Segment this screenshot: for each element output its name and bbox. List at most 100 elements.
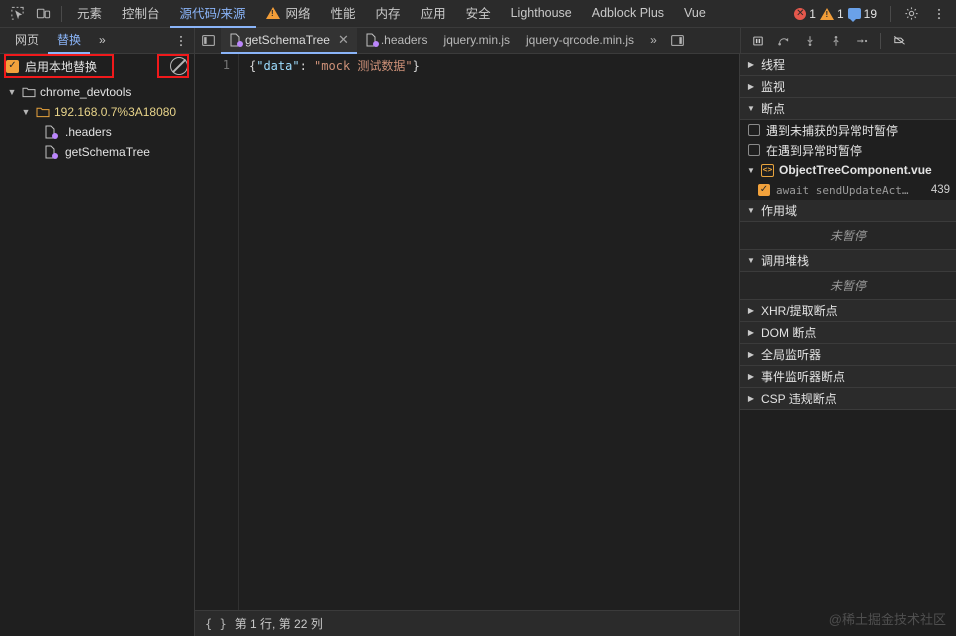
breakpoint-enabled-checkbox[interactable] xyxy=(758,184,770,196)
section-watch[interactable]: ▶ 监视 xyxy=(740,76,956,98)
navigator-menu-icon[interactable] xyxy=(168,29,194,53)
tab-lighthouse[interactable]: Lighthouse xyxy=(501,0,582,28)
breakpoint-line-number: 439 xyxy=(930,184,950,196)
step-into-button[interactable] xyxy=(797,29,823,53)
tab-security[interactable]: 安全 xyxy=(456,0,501,28)
warning-counter[interactable]: 1 xyxy=(819,6,844,21)
breakpoint-file-row[interactable]: ▼ <> ObjectTreeComponent.vue xyxy=(740,160,956,180)
section-csp-violation-breakpoints[interactable]: ▶ CSP 违规断点 xyxy=(740,388,956,410)
navigator-more-tabs-button[interactable]: » xyxy=(90,28,115,54)
tree-node-chrome-devtools[interactable]: ▼ chrome_devtools xyxy=(0,82,194,102)
step-out-button[interactable] xyxy=(823,29,849,53)
file-tabs-more-button[interactable]: » xyxy=(642,28,665,54)
info-counter[interactable]: 19 xyxy=(847,7,877,22)
code-value: "mock 测试数据" xyxy=(314,59,413,73)
devtools-panel-bar: 元素 控制台 源代码/来源 网络 性能 内存 应用 安全 Lighthouse … xyxy=(0,0,956,28)
device-toolbar-icon[interactable] xyxy=(30,2,56,26)
tab-sources[interactable]: 源代码/来源 xyxy=(169,0,256,28)
section-event-listener-breakpoints[interactable]: ▶ 事件监听器断点 xyxy=(740,366,956,388)
section-label: XHR/提取断点 xyxy=(761,304,838,318)
close-icon[interactable]: ✕ xyxy=(338,32,349,48)
section-xhr-breakpoints[interactable]: ▶ XHR/提取断点 xyxy=(740,300,956,322)
code-colon: : xyxy=(299,59,315,73)
section-scope[interactable]: ▼ 作用域 xyxy=(740,200,956,222)
section-dom-breakpoints[interactable]: ▶ DOM 断点 xyxy=(740,322,956,344)
subtab-page[interactable]: 网页 xyxy=(6,28,48,54)
code-content[interactable]: {"data": "mock 测试数据"} xyxy=(239,54,739,610)
file-tab-jquery-min-js[interactable]: jquery.min.js xyxy=(436,28,518,54)
section-global-listeners[interactable]: ▶ 全局监听器 xyxy=(740,344,956,366)
deactivate-breakpoints-button[interactable] xyxy=(886,29,912,53)
file-icon xyxy=(365,33,379,47)
code-close-brace: } xyxy=(412,59,420,73)
chevron-down-icon: ▼ xyxy=(747,206,755,215)
section-threads[interactable]: ▶ 线程 xyxy=(740,54,956,76)
tab-adblock-plus[interactable]: Adblock Plus xyxy=(582,0,674,28)
chevron-down-icon[interactable]: ▼ xyxy=(6,87,18,97)
overrides-navigator: 启用本地替换 ▼ chrome_devtools ▼ xyxy=(0,54,195,636)
file-tab-getschematree[interactable]: getSchemaTree ✕ xyxy=(221,27,357,54)
pause-on-exceptions-row[interactable]: 在遇到异常时暂停 xyxy=(740,140,956,160)
show-navigator-icon[interactable] xyxy=(195,29,221,53)
gear-icon[interactable] xyxy=(898,2,924,26)
file-tab-jquery-qrcode-min-js[interactable]: jquery-qrcode.min.js xyxy=(518,28,642,54)
tab-application[interactable]: 应用 xyxy=(411,0,456,28)
tree-node-host[interactable]: ▼ 192.168.0.7%3A18080 xyxy=(0,102,194,122)
scope-empty-message: 未暂停 xyxy=(740,222,956,250)
subtab-overrides[interactable]: 替换 xyxy=(48,28,91,54)
tab-performance[interactable]: 性能 xyxy=(321,0,366,28)
toolbar-divider xyxy=(61,5,62,22)
breakpoint-entry[interactable]: await sendUpdateAct… 439 xyxy=(740,180,956,200)
chevron-right-icon: ▶ xyxy=(747,328,755,337)
tab-elements[interactable]: 元素 xyxy=(67,0,112,28)
tab-memory[interactable]: 内存 xyxy=(366,0,411,28)
file-icon xyxy=(44,125,58,139)
section-label: 断点 xyxy=(761,102,786,116)
pretty-print-button[interactable]: { } xyxy=(205,617,227,631)
file-tab-label: getSchemaTree xyxy=(245,32,330,47)
sources-body: 启用本地替换 ▼ chrome_devtools ▼ xyxy=(0,54,956,636)
step-button[interactable] xyxy=(849,29,875,53)
show-debugger-icon[interactable] xyxy=(665,29,691,53)
pause-uncaught-checkbox[interactable] xyxy=(748,124,760,136)
override-dot-icon xyxy=(237,40,243,47)
network-warning-icon xyxy=(265,6,280,19)
step-over-button[interactable] xyxy=(771,29,797,53)
chevron-down-icon: ▼ xyxy=(747,256,755,265)
error-counter[interactable]: ✕ 1 xyxy=(794,7,816,21)
warning-count: 1 xyxy=(836,6,844,21)
debugger-controls xyxy=(740,28,956,53)
chevron-down-icon[interactable]: ▼ xyxy=(746,166,756,175)
section-label: 作用域 xyxy=(761,204,798,218)
breakpoint-snippet: await sendUpdateAct… xyxy=(776,183,909,197)
section-label: 调用堆栈 xyxy=(761,254,810,268)
tree-node-getschematree[interactable]: getSchemaTree xyxy=(0,142,194,162)
override-dot-icon xyxy=(52,153,58,159)
warning-icon xyxy=(819,7,834,20)
more-vertical-icon[interactable] xyxy=(926,2,952,26)
pause-resume-button[interactable] xyxy=(745,29,771,53)
enable-local-overrides-row[interactable]: 启用本地替换 xyxy=(0,54,194,78)
pause-on-uncaught-exceptions-row[interactable]: 遇到未捕获的异常时暂停 xyxy=(740,120,956,140)
folder-icon xyxy=(36,106,50,118)
tab-network[interactable]: 网络 xyxy=(256,0,321,28)
pause-exceptions-checkbox[interactable] xyxy=(748,144,760,156)
breakpoint-file-label: ObjectTreeComponent.vue xyxy=(779,163,932,177)
chevron-down-icon: ▼ xyxy=(747,104,755,113)
enable-overrides-checkbox[interactable] xyxy=(6,59,19,73)
tab-vue[interactable]: Vue xyxy=(674,0,716,28)
clear-overrides-button[interactable] xyxy=(170,57,188,75)
tab-console[interactable]: 控制台 xyxy=(112,0,170,28)
chevron-down-icon[interactable]: ▼ xyxy=(20,107,32,117)
breakpoints-body: 遇到未捕获的异常时暂停 在遇到异常时暂停 ▼ <> ObjectTreeComp… xyxy=(740,120,956,200)
file-tab-headers[interactable]: .headers xyxy=(357,28,436,54)
section-breakpoints[interactable]: ▼ 断点 xyxy=(740,98,956,120)
code-editor[interactable]: 1 {"data": "mock 测试数据"} xyxy=(195,54,739,610)
file-tab-label: .headers xyxy=(380,32,428,47)
file-tab-label: jquery.min.js xyxy=(443,32,511,47)
inspect-element-icon[interactable] xyxy=(4,2,30,26)
panel-bar-right: ✕ 1 1 19 xyxy=(788,2,956,26)
tree-node-headers[interactable]: .headers xyxy=(0,122,194,142)
section-call-stack[interactable]: ▼ 调用堆栈 xyxy=(740,250,956,272)
section-label: 全局监听器 xyxy=(761,348,822,362)
